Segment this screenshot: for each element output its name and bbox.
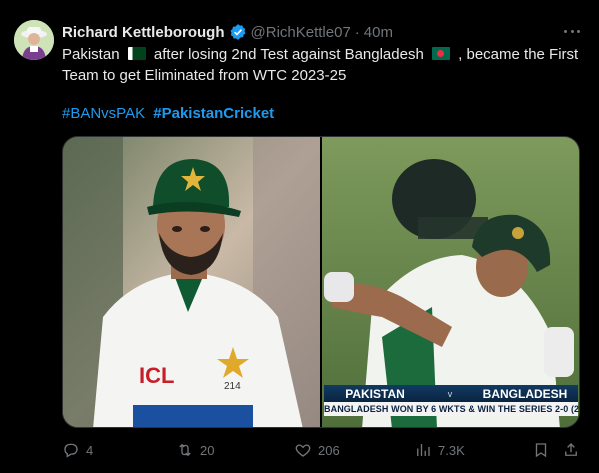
hashtag-link[interactable]: #PakistanCricket bbox=[153, 105, 274, 122]
reply-icon bbox=[64, 443, 78, 458]
tweet[interactable]: Richard Kettleborough @RichKettle07 · 40… bbox=[0, 0, 599, 473]
views-button[interactable]: 7.3K bbox=[414, 440, 465, 460]
avatar[interactable] bbox=[14, 20, 54, 60]
jersey-text: ICL bbox=[139, 363, 175, 388]
like-count: 206 bbox=[318, 442, 340, 458]
tweet-text-part-1: Pakistan bbox=[62, 46, 120, 63]
reply-button[interactable]: 4 bbox=[62, 440, 93, 460]
jersey-number: 214 bbox=[224, 381, 241, 392]
hashtags: #BANvsPAK #PakistanCricket bbox=[62, 105, 274, 122]
more-options-icon[interactable] bbox=[564, 22, 580, 40]
pakistan-flag-icon bbox=[127, 47, 146, 60]
match-result: BANGLADESH WON BY 6 WKTS & WIN THE SERIE… bbox=[324, 402, 579, 416]
media-gallery[interactable]: ICL 214 PAKISTAN v BANGLADESH BANGLADESH… bbox=[62, 136, 580, 428]
heart-icon bbox=[295, 444, 311, 457]
verified-badge-icon bbox=[229, 23, 247, 41]
like-button[interactable]: 206 bbox=[294, 440, 340, 460]
score-teams: PAKISTAN v BANGLADESH bbox=[324, 385, 578, 402]
analytics-icon bbox=[417, 444, 430, 456]
score-banner: PAKISTAN v BANGLADESH BANGLADESH WON BY … bbox=[324, 385, 579, 416]
post-time[interactable]: 40m bbox=[364, 24, 393, 41]
separator-dot: · bbox=[354, 23, 360, 41]
tweet-text-part-2: after losing 2nd Test against Bangladesh bbox=[153, 46, 424, 63]
tweet-actions: 4 20 206 7.3K bbox=[62, 440, 580, 460]
bangladesh-flag-icon bbox=[431, 47, 450, 60]
share-button[interactable] bbox=[562, 440, 580, 460]
repost-icon bbox=[179, 443, 191, 457]
repost-count: 20 bbox=[200, 442, 215, 458]
tweet-text: Pakistan after losing 2nd Test against B… bbox=[62, 44, 590, 86]
repost-button[interactable]: 20 bbox=[176, 440, 214, 460]
team-pakistan: PAKISTAN bbox=[345, 386, 405, 401]
photo-pakistan-player[interactable]: ICL 214 bbox=[63, 137, 320, 427]
hashtag-link[interactable]: #BANvsPAK bbox=[62, 105, 145, 122]
team-bangladesh: BANGLADESH bbox=[482, 386, 568, 401]
bookmark-icon bbox=[535, 443, 547, 458]
views-count: 7.3K bbox=[438, 442, 465, 458]
bookmark-button[interactable] bbox=[532, 440, 550, 460]
share-icon bbox=[565, 443, 577, 456]
author-name[interactable]: Richard Kettleborough bbox=[62, 24, 225, 41]
photo-bangladesh-celebration[interactable]: PAKISTAN v BANGLADESH BANGLADESH WON BY … bbox=[322, 137, 579, 427]
reply-count: 4 bbox=[86, 442, 94, 458]
author-handle[interactable]: @RichKettle07 bbox=[251, 24, 351, 41]
tweet-header: Richard Kettleborough @RichKettle07 · 40… bbox=[62, 22, 393, 42]
versus-label: v bbox=[447, 388, 453, 399]
